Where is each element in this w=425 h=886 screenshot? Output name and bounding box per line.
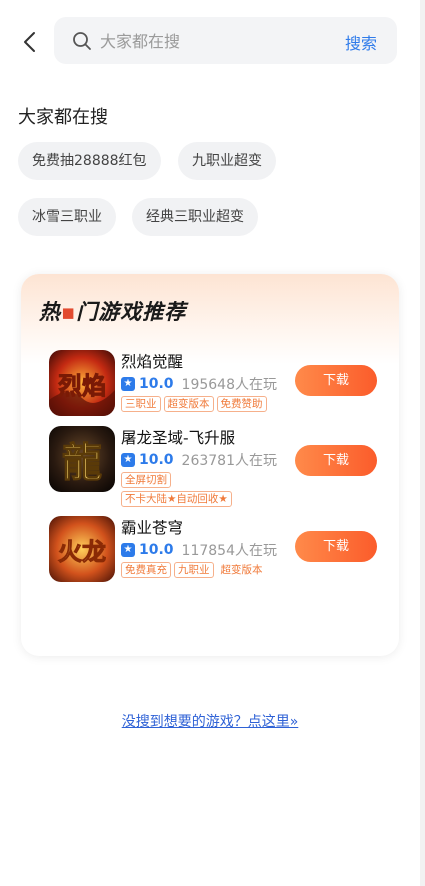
- game-tags: 三职业 超变版本 免费赞助: [121, 396, 291, 412]
- search-chip[interactable]: 免费抽28888红包: [18, 142, 161, 180]
- game-meta: ★ 10.0 195648人在玩: [121, 374, 277, 394]
- back-arrow-icon[interactable]: [18, 28, 42, 56]
- game-tag: 超变版本: [163, 396, 214, 412]
- game-tag: 免费真充: [121, 562, 171, 578]
- top-bar: 搜索: [0, 0, 425, 86]
- game-item[interactable]: 烈焰 烈焰觉醒 ★ 10.0 195648人在玩 三职业 超变版本 免费赞助 下…: [49, 350, 389, 420]
- game-tag: 超变版本: [220, 564, 263, 576]
- game-name[interactable]: 屠龙圣域-飞升服: [121, 426, 235, 448]
- star-icon: ★: [121, 453, 135, 467]
- game-name[interactable]: 霸业苍穹: [121, 516, 183, 538]
- search-button[interactable]: 搜索: [345, 30, 377, 54]
- search-chip[interactable]: 冰雪三职业: [18, 198, 116, 236]
- game-name[interactable]: 烈焰觉醒: [121, 350, 183, 372]
- scrollbar-track: [420, 0, 425, 886]
- search-icon: [71, 30, 93, 52]
- game-item[interactable]: 火龙 霸业苍穹 ★ 10.0 117854人在玩 免费真充 九职业 超变版本 下…: [49, 516, 389, 586]
- search-chip[interactable]: 经典三职业超变: [132, 198, 258, 236]
- game-tags: 全屏切割 不卡大陆★自动回收★: [121, 472, 271, 507]
- search-input[interactable]: [100, 26, 328, 56]
- game-tag: 三职业: [121, 396, 161, 412]
- hot-games-title-highlight: 热: [39, 300, 61, 324]
- game-item[interactable]: 龍 屠龙圣域-飞升服 ★ 10.0 263781人在玩 全屏切割 不卡大陆★自动…: [49, 426, 389, 507]
- search-chip[interactable]: 九职业超变: [178, 142, 276, 180]
- game-tag: 不卡大陆★自动回收★: [121, 491, 232, 507]
- game-icon-text: 火龙: [58, 537, 106, 566]
- game-tags: 免费真充 九职业 超变版本: [121, 562, 291, 578]
- game-players: 263781人在玩: [181, 453, 277, 469]
- feedback-link[interactable]: 没搜到想要的游戏？点这里»: [0, 711, 420, 731]
- download-button[interactable]: 下载: [295, 531, 377, 562]
- game-icon-text: 龍: [62, 439, 102, 486]
- hot-games-title: 热▪门游戏推荐: [39, 296, 186, 326]
- game-tag: 九职业: [174, 562, 214, 578]
- flame-icon: ▪: [61, 300, 77, 324]
- game-players: 195648人在玩: [181, 377, 277, 393]
- hot-games-card: 热▪门游戏推荐 烈焰 烈焰觉醒 ★ 10.0 195648人在玩 三职业 超变版…: [21, 274, 399, 656]
- game-tag: 全屏切割: [121, 472, 171, 488]
- download-button[interactable]: 下载: [295, 445, 377, 476]
- star-icon: ★: [121, 543, 135, 557]
- game-icon-text: 烈焰: [58, 371, 106, 400]
- star-icon: ★: [121, 377, 135, 391]
- game-meta: ★ 10.0 117854人在玩: [121, 540, 277, 560]
- game-tag: 免费赞助: [216, 396, 267, 412]
- search-bar: 搜索: [54, 17, 397, 64]
- download-button[interactable]: 下载: [295, 365, 377, 396]
- popular-searches-title: 大家都在搜: [18, 107, 108, 128]
- game-icon[interactable]: 烈焰: [49, 350, 115, 416]
- game-icon[interactable]: 龍: [49, 426, 115, 492]
- game-score: 10.0: [139, 452, 174, 468]
- game-players: 117854人在玩: [181, 543, 277, 559]
- game-score: 10.0: [139, 542, 174, 558]
- game-meta: ★ 10.0 263781人在玩: [121, 450, 277, 470]
- hot-games-title-rest: 门游戏推荐: [76, 300, 187, 324]
- game-icon[interactable]: 火龙: [49, 516, 115, 582]
- game-score: 10.0: [139, 376, 174, 392]
